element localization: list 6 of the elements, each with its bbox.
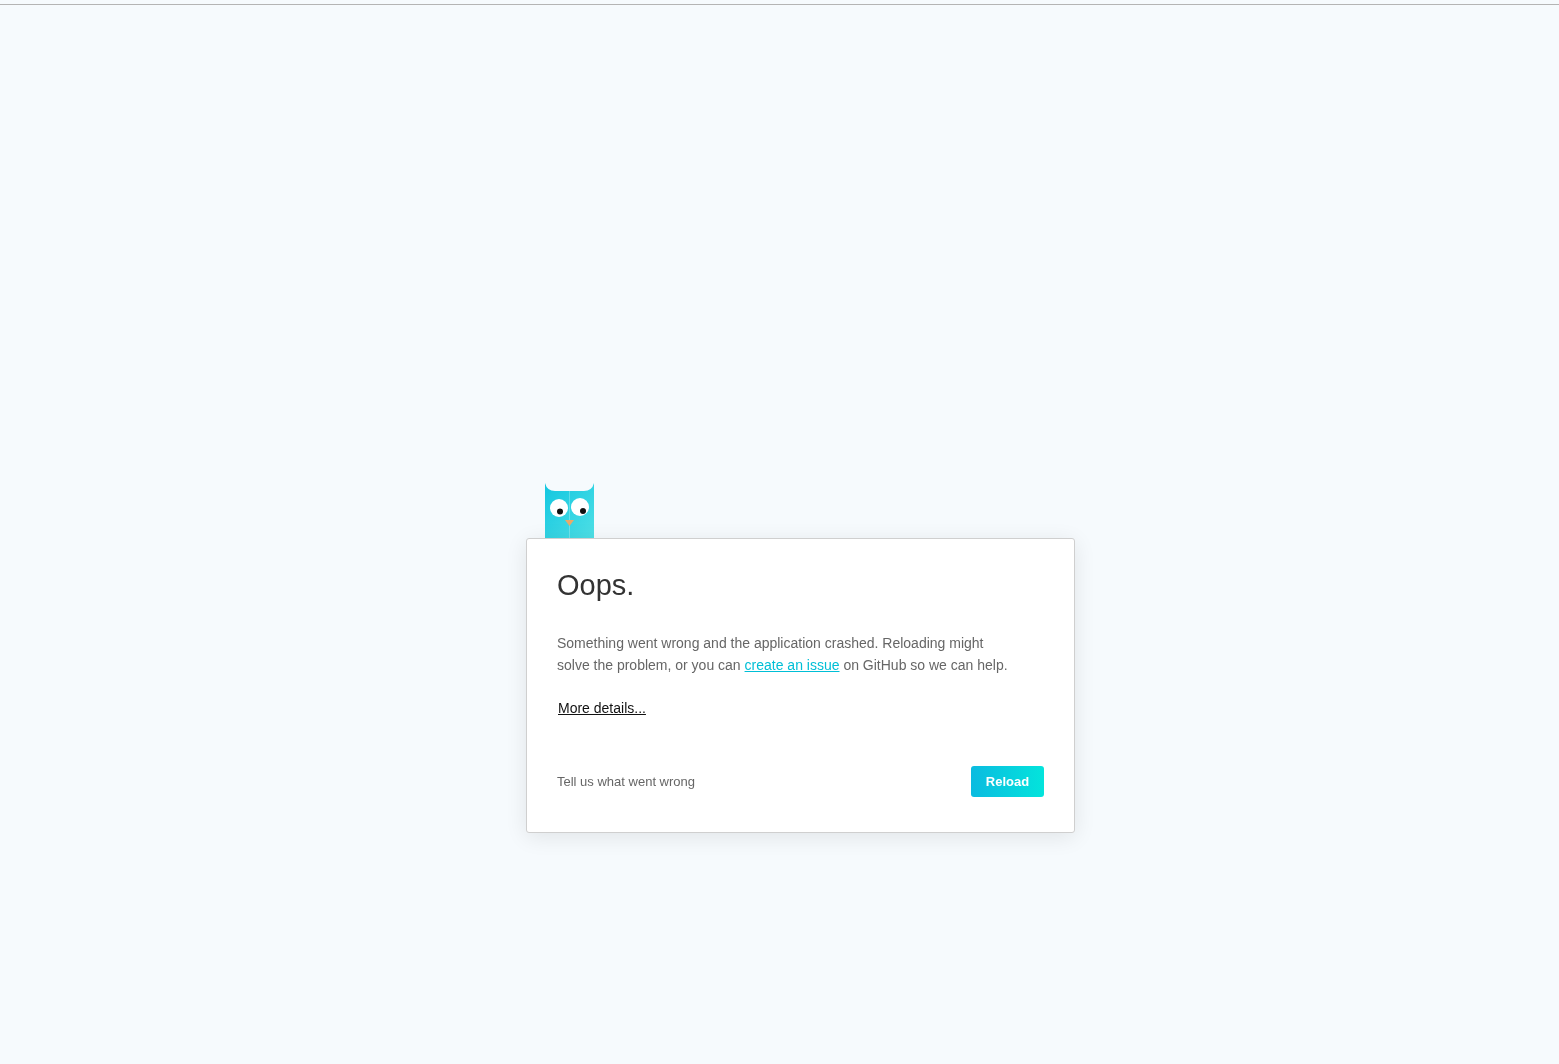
error-title: Oops. [557, 568, 635, 602]
error-message: Something went wrong and the application crashed. Reloading might solve the problem, or you can create an issue on GitHub so we can help. [557, 634, 1009, 675]
reload-button[interactable]: Reload [971, 766, 1044, 797]
create-issue-link[interactable]: create an issue [744, 657, 840, 673]
more-details-link[interactable]: More details... [558, 697, 646, 719]
feedback-prompt: Tell us what went wrong [557, 772, 695, 791]
